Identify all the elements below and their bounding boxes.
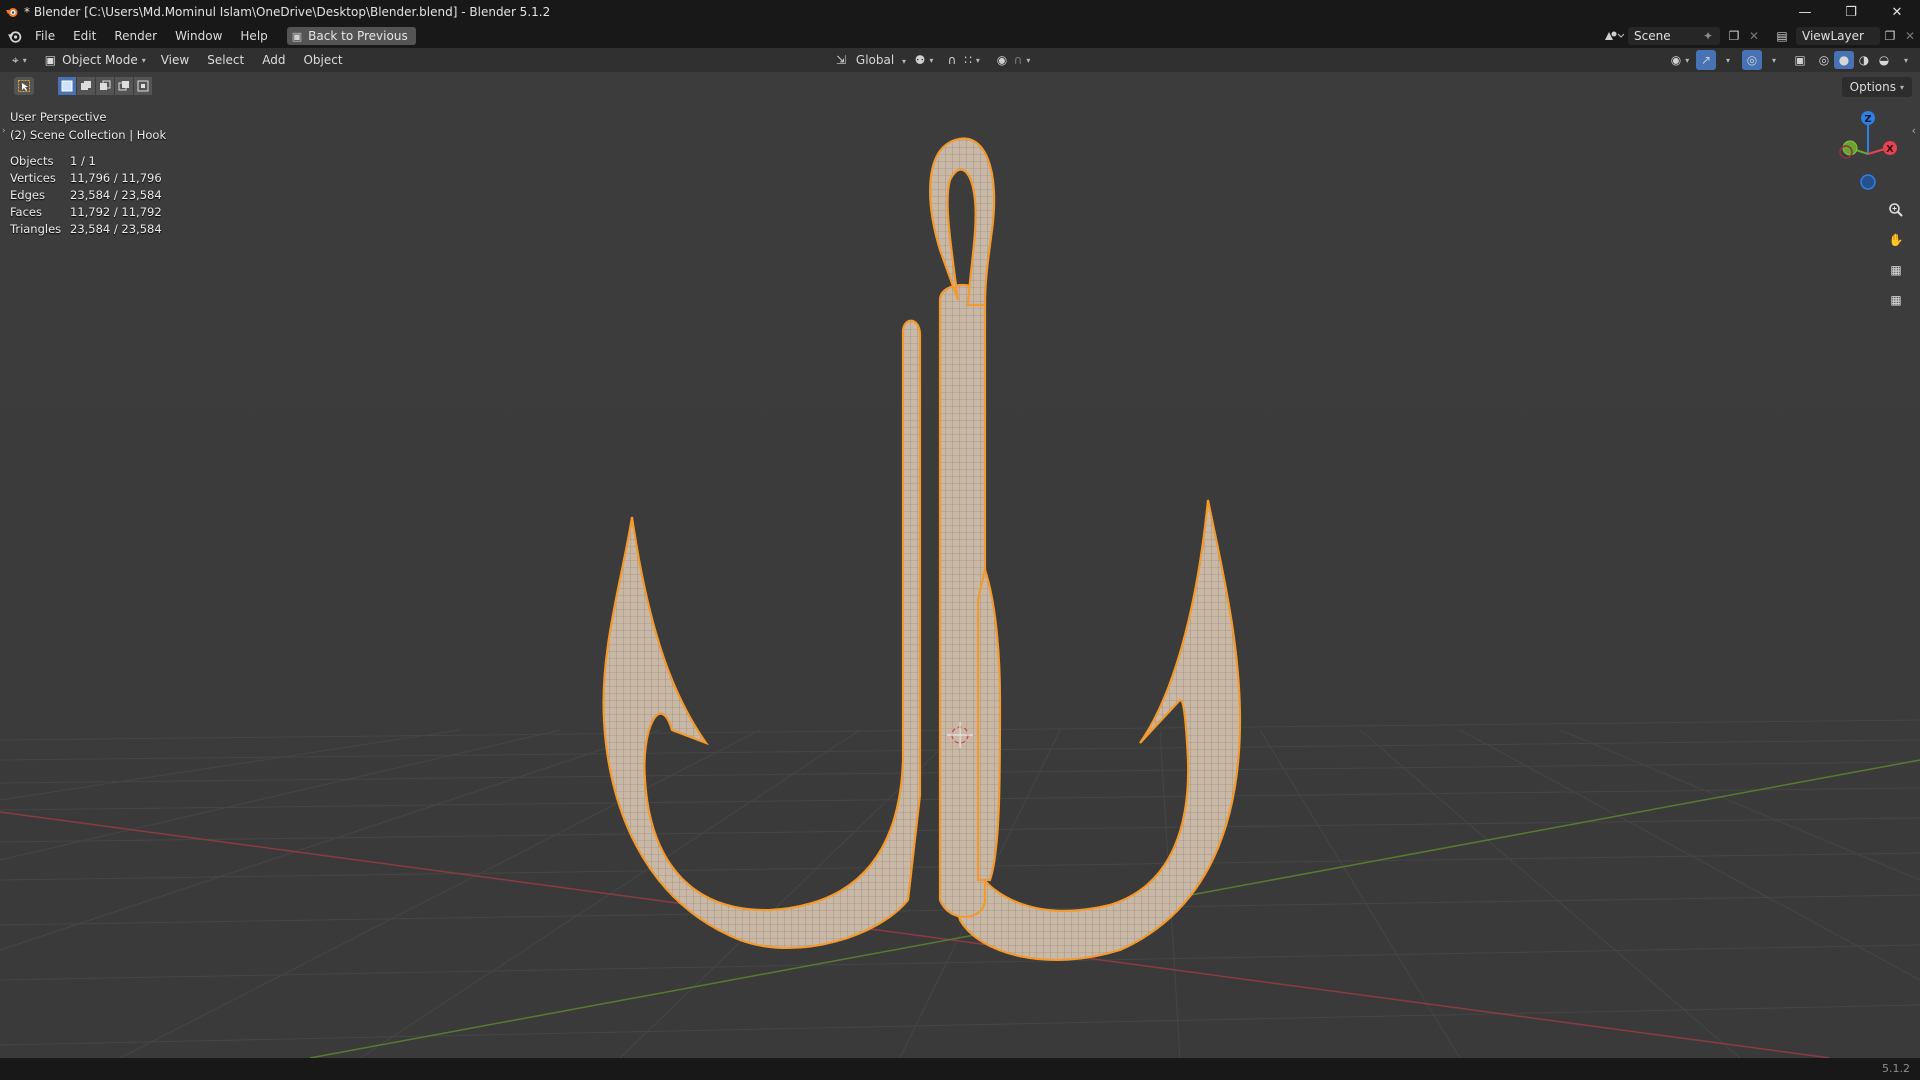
snap-icon[interactable]: ∩ xyxy=(942,50,962,70)
menu-add[interactable]: Add xyxy=(253,53,294,67)
pin-icon[interactable]: ✦ xyxy=(1698,26,1718,46)
view-layer-type-icon[interactable]: ▤ xyxy=(1772,26,1792,46)
set-new-selection-icon[interactable] xyxy=(58,77,76,95)
subtract-selection-icon[interactable] xyxy=(96,77,114,95)
gizmo-z-label: Z xyxy=(1864,114,1871,125)
new-view-layer-icon[interactable]: ❐ xyxy=(1880,26,1900,46)
stat-row: Triangles 23,584 / 23,584 xyxy=(10,221,162,238)
intersect-selection-icon[interactable] xyxy=(134,77,152,95)
back-to-previous-label: Back to Previous xyxy=(308,29,408,43)
editor-type-dropdown[interactable]: ⌖ ▾ xyxy=(6,50,33,70)
blender-menu-icon[interactable] xyxy=(2,29,26,44)
restore-button[interactable]: ❐ xyxy=(1828,0,1874,24)
falloff-icon[interactable]: ∩ ▾ xyxy=(1012,50,1032,70)
pivot-point-icon[interactable]: ⚉ ▾ xyxy=(914,50,934,70)
stat-label: Objects xyxy=(10,154,54,168)
gizmo-x-label: X xyxy=(1886,144,1894,155)
object-mode-icon: ▣ xyxy=(44,53,57,67)
stat-value: 11,796 / 11,796 xyxy=(70,171,162,185)
stat-row: Objects 1 / 1 xyxy=(10,153,162,170)
mode-label: Object Mode xyxy=(62,53,138,67)
menu-select[interactable]: Select xyxy=(198,53,253,67)
shading-dropdown-icon[interactable]: ▾ xyxy=(1894,50,1914,70)
collection-label: (2) Scene Collection | Hook xyxy=(10,128,167,142)
camera-view-icon[interactable]: ▦ xyxy=(1884,258,1908,282)
stat-label: Triangles xyxy=(10,222,62,236)
orientation-dropdown[interactable]: ⇲ Global ▾ xyxy=(836,53,906,67)
viewport-display-controls: ◉ ▾ ↗ ▾ ◎ ▾ ▣ ◎ ● ◑ ◒ ▾ xyxy=(1670,48,1914,72)
wireframe-shading-icon[interactable]: ◎ xyxy=(1814,51,1834,69)
overlays-toggle-icon[interactable]: ◎ xyxy=(1742,50,1762,70)
extend-selection-icon[interactable] xyxy=(77,77,95,95)
scene-type-icon[interactable] xyxy=(1602,26,1624,46)
stat-label: Vertices xyxy=(10,171,56,185)
status-bar: 5.1.2 xyxy=(0,1058,1920,1080)
xray-toggle-icon[interactable]: ▣ xyxy=(1790,50,1810,70)
mode-dropdown[interactable]: ▣ Object Mode ▾ xyxy=(39,50,152,70)
screen-icon: ▣ xyxy=(291,29,303,43)
viewport-info: User Perspective (2) Scene Collection | … xyxy=(10,108,166,144)
orientation-icon: ⇲ xyxy=(836,53,847,67)
stat-row: Faces 11,792 / 11,792 xyxy=(10,204,162,221)
scene-name: Scene xyxy=(1634,29,1671,43)
editor-type-icon: ⌖ xyxy=(12,52,19,67)
menu-edit[interactable]: Edit xyxy=(64,24,105,48)
stat-label: Edges xyxy=(10,188,45,202)
toolbar-expand-arrow[interactable]: › xyxy=(2,126,6,136)
menu-help[interactable]: Help xyxy=(231,24,276,48)
tool-header xyxy=(0,72,1920,100)
navigation-tools: ✋ ▦ ▦ xyxy=(1884,198,1908,318)
title-bar: * Blender [C:\Users\Md.Mominul Islam\One… xyxy=(0,0,1920,24)
perspective-toggle-icon[interactable]: ▦ xyxy=(1884,288,1908,312)
delete-scene-icon[interactable]: ✕ xyxy=(1744,26,1764,46)
stat-value: 1 / 1 xyxy=(70,154,96,168)
menu-file[interactable]: File xyxy=(26,24,64,48)
minimize-button[interactable]: — xyxy=(1782,0,1828,24)
stat-value: 23,584 / 23,584 xyxy=(70,222,162,236)
back-to-previous-button[interactable]: ▣ Back to Previous xyxy=(286,27,416,45)
navigation-gizmo[interactable]: Z X xyxy=(1830,108,1910,198)
rendered-shading-icon[interactable]: ◒ xyxy=(1874,51,1894,69)
snap-target-icon[interactable]: ∷ ▾ xyxy=(962,50,982,70)
overlays-dropdown-icon[interactable]: ▾ xyxy=(1762,50,1782,70)
options-dropdown[interactable]: Options ▾ xyxy=(1841,77,1912,97)
zoom-icon[interactable] xyxy=(1884,198,1908,222)
stat-row: Edges 23,584 / 23,584 xyxy=(10,187,162,204)
stat-value: 11,792 / 11,792 xyxy=(70,205,162,219)
scene-selector-area: Scene ✦ ❐ ✕ ▤ ViewLayer ❐ ✕ xyxy=(1602,24,1920,48)
new-scene-icon[interactable]: ❐ xyxy=(1724,26,1744,46)
menu-window[interactable]: Window xyxy=(166,24,231,48)
visibility-icon[interactable]: ◉ ▾ xyxy=(1670,50,1690,70)
version-label: 5.1.2 xyxy=(1882,1062,1910,1075)
selection-mode-group xyxy=(58,77,153,95)
delete-view-layer-icon[interactable]: ✕ xyxy=(1900,26,1920,46)
window-title: * Blender [C:\Users\Md.Mominul Islam\One… xyxy=(24,5,551,19)
view-layer-field[interactable]: ViewLayer xyxy=(1796,27,1880,45)
stat-label: Faces xyxy=(10,205,42,219)
gizmo-dropdown-icon[interactable]: ▾ xyxy=(1716,50,1736,70)
menu-object[interactable]: Object xyxy=(294,53,351,67)
scene-statistics: Objects 1 / 1 Vertices 11,796 / 11,796 Edg… xyxy=(10,153,162,238)
material-preview-icon[interactable]: ◑ xyxy=(1854,51,1874,69)
solid-shading-icon[interactable]: ● xyxy=(1834,51,1854,69)
orientation-label: Global xyxy=(855,53,895,67)
sidebar-expand-arrow[interactable]: ‹ xyxy=(1912,124,1916,137)
perspective-label: User Perspective xyxy=(10,110,107,124)
proportional-editing-icon[interactable]: ◉ xyxy=(992,50,1012,70)
select-box-tool-icon[interactable] xyxy=(14,77,34,95)
stat-row: Vertices 11,796 / 11,796 xyxy=(10,170,162,187)
options-label: Options xyxy=(1849,80,1896,94)
viewport-3d[interactable] xyxy=(0,72,1920,1058)
stat-value: 23,584 / 23,584 xyxy=(70,188,162,202)
close-button[interactable]: ✕ xyxy=(1874,0,1920,24)
menu-render[interactable]: Render xyxy=(105,24,166,48)
pan-hand-icon[interactable]: ✋ xyxy=(1884,228,1908,252)
invert-selection-icon[interactable] xyxy=(115,77,133,95)
gizmo-toggle-icon[interactable]: ↗ xyxy=(1696,50,1716,70)
transform-controls: ⇲ Global ▾ ⚉ ▾ ∩ ∷ ▾ ◉ ∩ ▾ xyxy=(836,48,1032,72)
menu-view[interactable]: View xyxy=(152,53,198,67)
blender-logo-icon xyxy=(2,2,22,22)
view-layer-name: ViewLayer xyxy=(1802,29,1864,43)
